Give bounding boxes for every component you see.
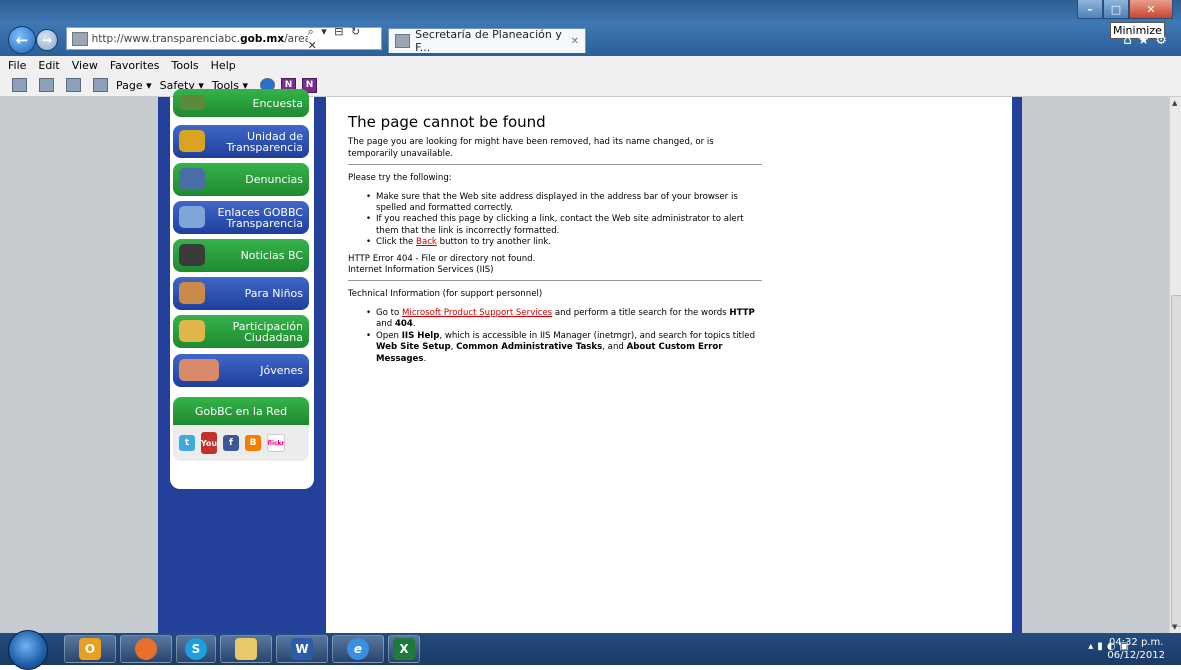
blogger-icon[interactable]: B <box>245 435 261 451</box>
menu-bar: File Edit View Favorites Tools Help <box>0 56 1181 74</box>
youtube-icon[interactable]: You <box>201 432 217 454</box>
site-favicon-icon <box>72 31 88 46</box>
feeds-icon[interactable] <box>39 78 54 92</box>
iis-label: Internet Information Services (IIS) <box>348 265 494 276</box>
outlook-icon: O <box>79 638 101 660</box>
kids-icon <box>179 282 205 304</box>
page-border-right <box>1012 97 1022 633</box>
page-background-left <box>0 97 158 633</box>
sidebar-item-participacion-ciudadana[interactable]: Participación Ciudadana <box>173 315 309 348</box>
list-item: Open IIS Help, which is accessible in II… <box>366 331 762 365</box>
menu-view[interactable]: View <box>72 59 98 72</box>
close-button[interactable]: ✕ <box>1129 0 1173 19</box>
youth-icon <box>179 359 219 381</box>
print-icon[interactable] <box>93 78 108 92</box>
tab-favicon-icon <box>395 34 411 48</box>
window-controls: – □ ✕ <box>1077 0 1173 19</box>
taskbar-ie[interactable]: e <box>332 635 384 663</box>
social-links: t You f B flickr <box>173 425 309 461</box>
scrollbar-thumb[interactable] <box>1171 295 1181 627</box>
taskbar-explorer[interactable] <box>220 635 272 663</box>
mail-icon[interactable] <box>66 78 81 92</box>
back-button[interactable]: ← <box>8 26 36 54</box>
flickr-icon[interactable]: flickr <box>267 434 285 452</box>
tech-list: Go to Microsoft Product Support Services… <box>348 308 762 365</box>
skype-icon: S <box>185 638 207 660</box>
maximize-button[interactable]: □ <box>1103 0 1129 19</box>
http-error: HTTP Error 404 - File or directory not f… <box>348 253 536 264</box>
scroll-up-icon[interactable]: ▲ <box>1172 99 1177 107</box>
sidebar-item-jovenes[interactable]: Jóvenes <box>173 354 309 387</box>
taskbar-word[interactable]: W <box>276 635 328 663</box>
firefox-icon <box>135 638 157 660</box>
word-icon: W <box>291 638 313 660</box>
start-button[interactable] <box>8 630 48 670</box>
sidebar-item-enlaces-gobbc[interactable]: Enlaces GOBBC Transparencia <box>173 201 309 234</box>
sidebar-item-noticias-bc[interactable]: Noticias BC <box>173 239 309 272</box>
back-link[interactable]: Back <box>416 237 437 247</box>
list-item: Make sure that the Web site address disp… <box>366 192 762 215</box>
browser-tab[interactable]: Secretaría de Planeación y F... ✕ <box>388 28 586 54</box>
menu-file[interactable]: File <box>8 59 26 72</box>
twitter-icon[interactable]: t <box>179 435 195 451</box>
taskbar: O S W e X ▴▮◐▣ 04:32 p.m. 06/12/2012 <box>0 630 1181 670</box>
menu-edit[interactable]: Edit <box>38 59 59 72</box>
menu-help[interactable]: Help <box>211 59 236 72</box>
list-item: Click the Back button to try another lin… <box>366 237 762 249</box>
sidebar-item-unidad-transparencia[interactable]: Unidad de Transparencia <box>173 125 309 158</box>
car-icon <box>179 168 205 190</box>
excel-icon: X <box>393 638 415 660</box>
sidebar-item-para-ninos[interactable]: Para Niños <box>173 277 309 310</box>
divider <box>348 280 762 282</box>
survey-icon <box>179 95 205 110</box>
sidebar-item-encuesta[interactable]: Encuesta <box>173 89 309 117</box>
divider <box>348 164 762 166</box>
taskbar-excel[interactable]: X <box>388 635 420 663</box>
error-content: The page cannot be found The page you ar… <box>348 113 762 370</box>
page-background-right <box>1022 97 1169 633</box>
support-services-link[interactable]: Microsoft Product Support Services <box>402 308 552 318</box>
home-icon[interactable] <box>12 78 27 92</box>
social-heading: GobBC en la Red <box>173 397 309 425</box>
list-item: If you reached this page by clicking a l… <box>366 214 762 237</box>
address-bar[interactable]: http://www.transparenciabc.gob.mx/areas/… <box>66 25 382 52</box>
globe-icon <box>179 206 205 228</box>
error-title: The page cannot be found <box>348 113 546 131</box>
scroll-down-icon[interactable]: ▼ <box>1172 623 1177 631</box>
address-url: http://www.transparenciabc.gob.mx/areas/… <box>91 32 308 45</box>
window-titlebar: ← → http://www.transparenciabc.gob.mx/ar… <box>0 0 1181 56</box>
toolbar-icons: ⌂★⚙ <box>1123 33 1173 48</box>
menu-favorites[interactable]: Favorites <box>110 59 160 72</box>
list-item: Go to Microsoft Product Support Services… <box>366 308 762 331</box>
system-clock[interactable]: 04:32 p.m. 06/12/2012 <box>1107 636 1165 662</box>
facebook-icon[interactable]: f <box>223 435 239 451</box>
tray-arrow-icon[interactable]: ▴ <box>1088 641 1097 652</box>
tab-title: Secretaría de Planeación y F... <box>415 28 562 54</box>
suggestion-list: Make sure that the Web site address disp… <box>348 192 762 249</box>
address-controls[interactable]: ⌕ ▾ ⊟ ↻ ✕ <box>308 25 377 52</box>
news-icon <box>179 244 205 266</box>
favorites-star-icon[interactable]: ★ <box>1138 33 1156 48</box>
home-icon[interactable]: ⌂ <box>1123 33 1137 48</box>
menu-tools[interactable]: Tools <box>172 59 199 72</box>
ie-icon: e <box>347 638 369 660</box>
taskbar-skype[interactable]: S <box>176 635 216 663</box>
taskbar-outlook[interactable]: O <box>64 635 116 663</box>
vertical-scrollbar[interactable]: ▲ ▼ <box>1169 97 1181 633</box>
web-page: Encuesta Unidad de Transparencia Denunci… <box>0 89 1169 633</box>
minimize-button[interactable]: – <box>1077 0 1103 19</box>
taskbar-firefox[interactable] <box>120 635 172 663</box>
network-icon[interactable]: ▮ <box>1097 641 1107 652</box>
forward-button[interactable]: → <box>36 29 58 51</box>
try-heading: Please try the following: <box>348 173 452 184</box>
page-menu[interactable]: Page ▾ <box>116 79 152 92</box>
lock-icon <box>179 130 205 152</box>
explorer-icon <box>235 638 257 660</box>
settings-gear-icon[interactable]: ⚙ <box>1155 33 1173 48</box>
tab-close-icon[interactable]: ✕ <box>571 36 579 47</box>
error-intro: The page you are looking for might have … <box>348 137 714 159</box>
people-icon <box>179 320 205 342</box>
sidebar-item-denuncias[interactable]: Denuncias <box>173 163 309 196</box>
tech-heading: Technical Information (for support perso… <box>348 289 543 300</box>
